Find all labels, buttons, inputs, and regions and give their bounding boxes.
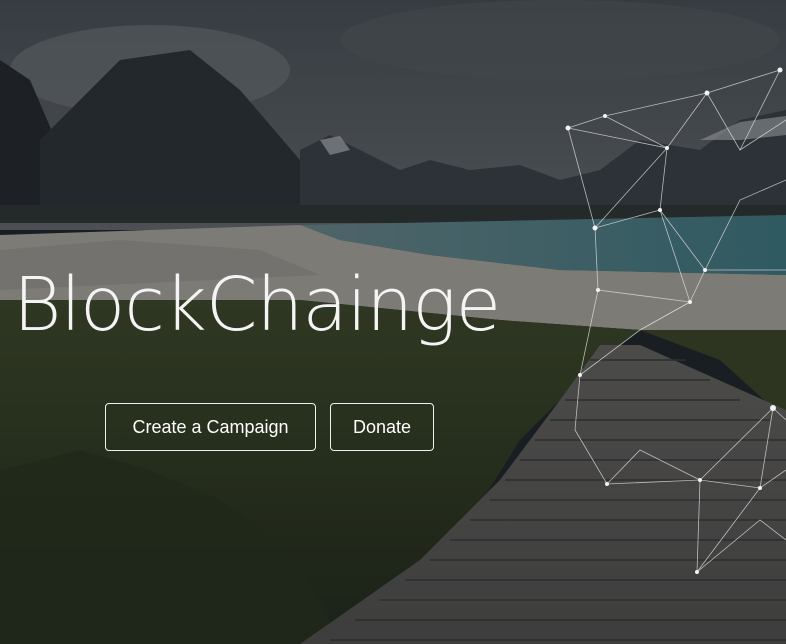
donate-button[interactable]: Donate — [330, 403, 434, 451]
hero-title: BlockChainge — [13, 262, 501, 348]
create-campaign-button[interactable]: Create a Campaign — [105, 403, 316, 451]
hero-section: BlockChainge Create a Campaign Donate — [0, 0, 786, 644]
